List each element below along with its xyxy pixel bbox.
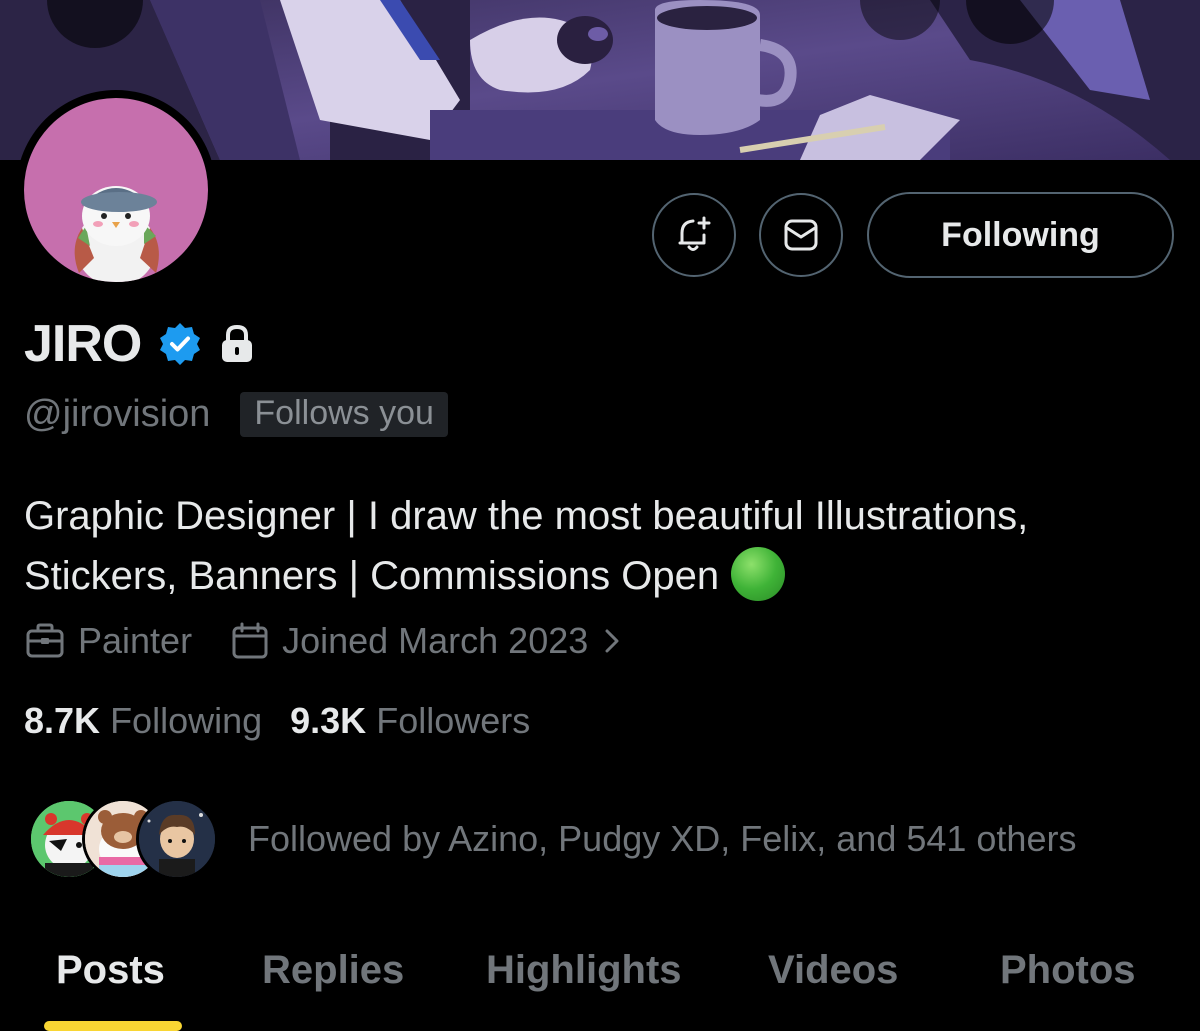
bio-line-1: Graphic Designer | I draw the most beaut… (24, 494, 1029, 538)
tab-photos[interactable]: Photos (1000, 948, 1136, 993)
profile-avatar[interactable] (16, 90, 216, 290)
followers-label: Followers (376, 700, 531, 741)
handle-row: @jirovision Follows you (24, 392, 448, 437)
profile-meta: Painter Joined March 2023 (24, 620, 626, 662)
followers-count: 9.3K (290, 700, 367, 741)
follower-avatar (136, 798, 218, 880)
category-item: Painter (24, 620, 192, 662)
green-circle-emoji-icon (731, 547, 786, 602)
followers-stat[interactable]: 9.3K Followers (290, 700, 530, 742)
lock-icon (217, 322, 257, 366)
joined-item[interactable]: Joined March 2023 (230, 620, 626, 662)
follows-you-badge: Follows you (240, 392, 448, 437)
bio-line-2: Stickers, Banners | Commissions Open (24, 546, 1174, 606)
joined-label: Joined March 2023 (282, 620, 589, 661)
followed-by-row[interactable]: Followed by Azino, Pudgy XD, Felix, and … (28, 798, 1076, 880)
verified-badge-icon[interactable] (157, 321, 203, 367)
following-count: 8.7K (24, 700, 101, 741)
tab-posts[interactable]: Posts (56, 948, 165, 993)
bio-line-2-text: Stickers, Banners | Commissions Open (24, 554, 720, 598)
following-stat[interactable]: 8.7K Following (24, 700, 262, 742)
envelope-icon (784, 219, 818, 251)
avatar-image (24, 98, 208, 282)
display-name: JIRO (24, 315, 142, 373)
following-button[interactable]: Following (867, 192, 1174, 278)
profile-tabs: Posts Replies Highlights Videos Photos (0, 930, 1200, 1031)
message-button[interactable] (759, 193, 843, 277)
bell-plus-icon (678, 216, 711, 251)
username-handle: @jirovision (24, 393, 211, 435)
follow-stats: 8.7K Following 9.3K Followers (24, 700, 558, 742)
following-label: Following (110, 700, 263, 741)
profile-bio: Graphic Designer | I draw the most beaut… (24, 486, 1174, 606)
tab-videos[interactable]: Videos (768, 948, 898, 993)
category-label: Painter (78, 620, 193, 661)
tab-replies[interactable]: Replies (262, 948, 404, 993)
calendar-icon (232, 622, 268, 659)
briefcase-icon (26, 623, 64, 658)
tab-highlights[interactable]: Highlights (486, 948, 682, 993)
penguin-avatar-art (74, 186, 159, 282)
chevron-right-icon (605, 629, 619, 653)
notifications-button[interactable] (652, 193, 736, 277)
name-row: JIRO (24, 314, 257, 374)
followed-by-text: Followed by Azino, Pudgy XD, Felix, and … (248, 818, 1077, 859)
